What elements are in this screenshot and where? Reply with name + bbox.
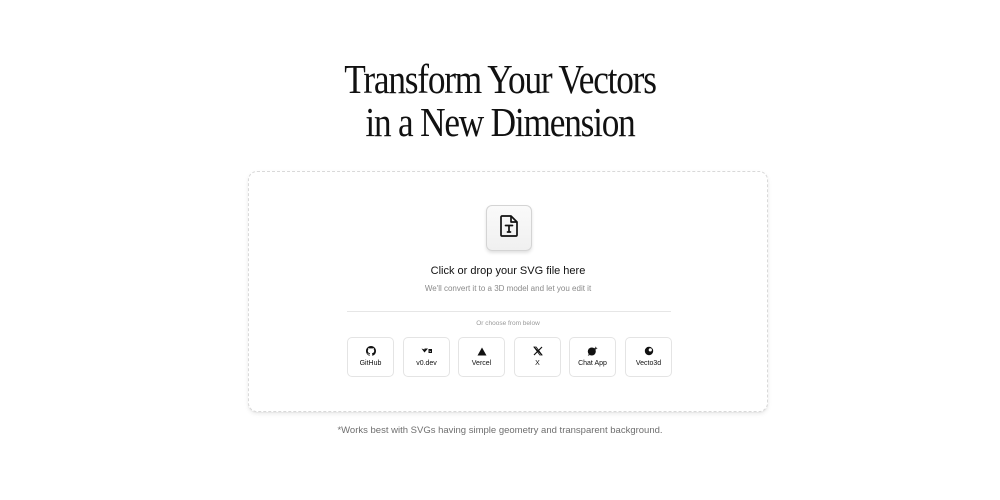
choose-from-below-label: Or choose from below bbox=[476, 320, 540, 327]
page: Transform Your Vectors in a New Dimensio… bbox=[0, 0, 1000, 500]
footnote: *Works best with SVGs having simple geom… bbox=[337, 425, 663, 436]
svg-dropzone[interactable]: Click or drop your SVG file here We'll c… bbox=[248, 171, 768, 412]
dropzone-subtitle: We'll convert it to a 3D model and let y… bbox=[424, 284, 592, 293]
source-label: Vecto3d bbox=[635, 360, 662, 367]
source-label: Vercel bbox=[471, 360, 492, 367]
page-title-line-2: in a New Dimension bbox=[365, 99, 635, 145]
v0-icon bbox=[404, 346, 449, 356]
vecto3d-icon bbox=[626, 346, 671, 356]
source-button-x[interactable]: X bbox=[514, 337, 561, 377]
source-label: v0.dev bbox=[416, 360, 437, 367]
source-label: GitHub bbox=[359, 360, 382, 367]
chat-app-icon bbox=[570, 346, 615, 356]
vercel-triangle-icon bbox=[459, 346, 504, 356]
github-icon bbox=[348, 346, 393, 356]
upload-file-button[interactable] bbox=[486, 205, 532, 251]
divider bbox=[347, 311, 671, 312]
dropzone-title: Click or drop your SVG file here bbox=[430, 265, 586, 277]
x-logo-icon bbox=[515, 346, 560, 356]
source-button-vecto3d[interactable]: Vecto3d bbox=[625, 337, 672, 377]
page-title-line-1: Transform Your Vectors bbox=[344, 56, 657, 102]
source-button-chat-app[interactable]: Chat App bbox=[569, 337, 616, 377]
example-sources: GitHub v0.dev Vercel X Chat App Vecto3d bbox=[347, 337, 673, 377]
source-button-vercel[interactable]: Vercel bbox=[458, 337, 505, 377]
file-text-icon bbox=[498, 214, 520, 243]
source-label: Chat App bbox=[578, 360, 607, 367]
page-title: Transform Your Vectors in a New Dimensio… bbox=[70, 58, 930, 144]
source-button-v0[interactable]: v0.dev bbox=[403, 337, 450, 377]
source-button-github[interactable]: GitHub bbox=[347, 337, 394, 377]
source-label: X bbox=[535, 360, 540, 367]
